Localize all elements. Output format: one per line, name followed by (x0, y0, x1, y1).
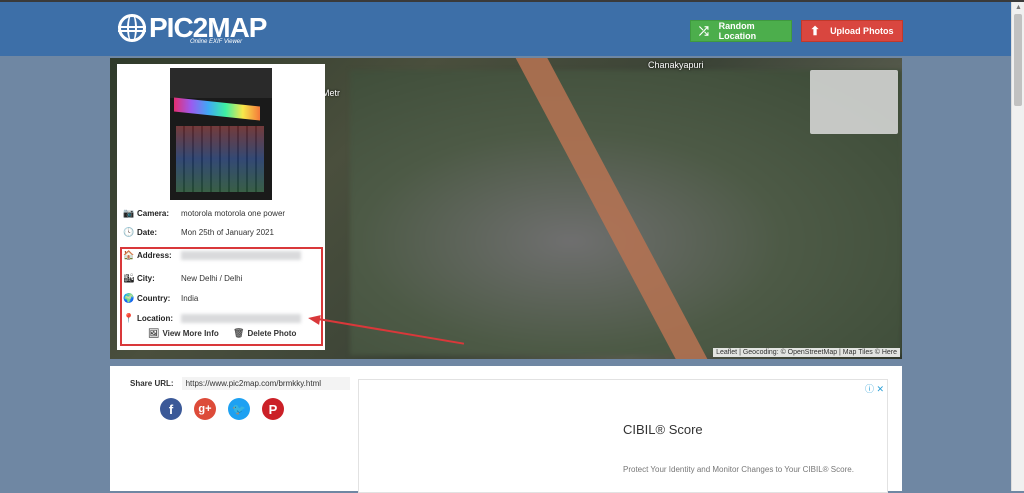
google-plus-share-button[interactable]: g+ (194, 398, 216, 420)
camera-icon: 📷 (123, 208, 135, 218)
annotation-arrow-head (307, 313, 321, 325)
upload-photos-label: Upload Photos (830, 26, 894, 36)
logo-text: PIC2MAP (149, 12, 267, 43)
twitter-share-button[interactable]: 🐦 (228, 398, 250, 420)
globe-icon (118, 14, 146, 42)
page-scrollbar[interactable]: ▲ (1011, 2, 1024, 491)
annotation-highlight-box (120, 247, 323, 346)
map-label-chanakyapuri: Chanakyapuri (648, 60, 704, 70)
camera-value: motorola motorola one power (181, 209, 286, 218)
facebook-icon: f (168, 401, 174, 417)
date-label: Date: (137, 228, 158, 237)
share-box: Share URL: https://www.pic2map.com/brmkk… (120, 373, 356, 491)
twitter-icon: 🐦 (232, 403, 246, 416)
scrollbar-thumb[interactable] (1014, 14, 1022, 106)
keyboard-keys (176, 126, 264, 192)
logo-tagline: Online EXIF Viewer (190, 39, 243, 45)
random-location-button[interactable]: ⤮ Random Location (690, 20, 792, 42)
map-zoom-controls[interactable] (810, 70, 898, 134)
ad-choices-icon[interactable]: ⓘ ✕ (865, 382, 884, 395)
google-plus-icon: g+ (198, 403, 212, 415)
uploaded-photo-thumbnail[interactable] (170, 68, 272, 200)
upload-icon: ⬆ (810, 24, 821, 38)
map-attribution[interactable]: Leaflet | Geocoding: © OpenStreetMap | M… (713, 348, 900, 357)
share-url-field[interactable]: https://www.pic2map.com/brmkky.html (181, 377, 350, 390)
camera-label: Camera: (137, 209, 170, 218)
site-logo[interactable]: PIC2MAP (118, 12, 267, 43)
share-url-label: Share URL: (130, 379, 174, 388)
date-row: 🕓 Date: Mon 25th of January 2021 (123, 227, 274, 238)
facebook-share-button[interactable]: f (160, 398, 182, 420)
pinterest-icon: P (268, 401, 278, 417)
pinterest-share-button[interactable]: P (262, 398, 284, 420)
upload-photos-button[interactable]: ⬆ Upload Photos (801, 20, 903, 42)
scroll-up-icon[interactable]: ▲ (1015, 4, 1022, 11)
shuffle-icon: ⤮ (699, 23, 709, 38)
advertisement[interactable]: ⓘ ✕ CIBIL® Score Protect Your Identity a… (358, 379, 888, 493)
ad-title[interactable]: CIBIL® Score (623, 422, 703, 437)
clock-icon: 🕓 (123, 227, 135, 237)
site-header: PIC2MAP Online EXIF Viewer ⤮ Random Loca… (0, 2, 1012, 56)
share-url-row: Share URL: https://www.pic2map.com/brmkk… (130, 377, 350, 390)
random-location-label: Random Location (718, 21, 757, 41)
ad-text: Protect Your Identity and Monitor Change… (623, 465, 854, 474)
date-value: Mon 25th of January 2021 (181, 228, 274, 237)
camera-row: 📷 Camera: motorola motorola one power (123, 208, 285, 219)
